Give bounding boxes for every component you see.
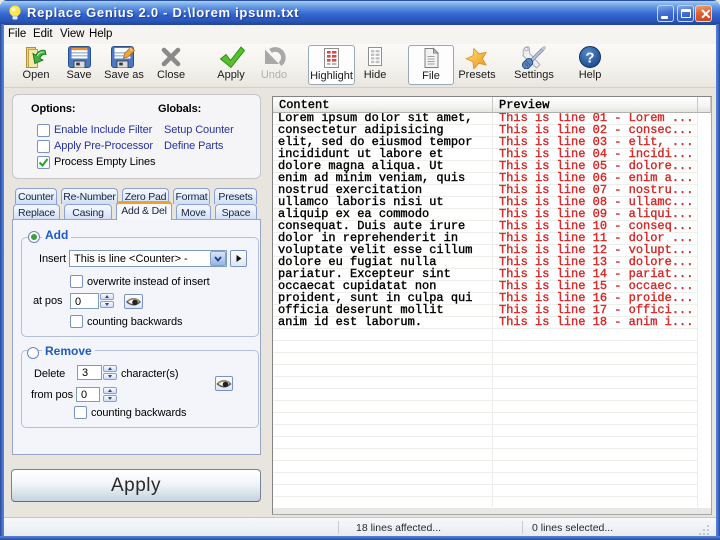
svg-text:?: ? <box>585 50 594 67</box>
